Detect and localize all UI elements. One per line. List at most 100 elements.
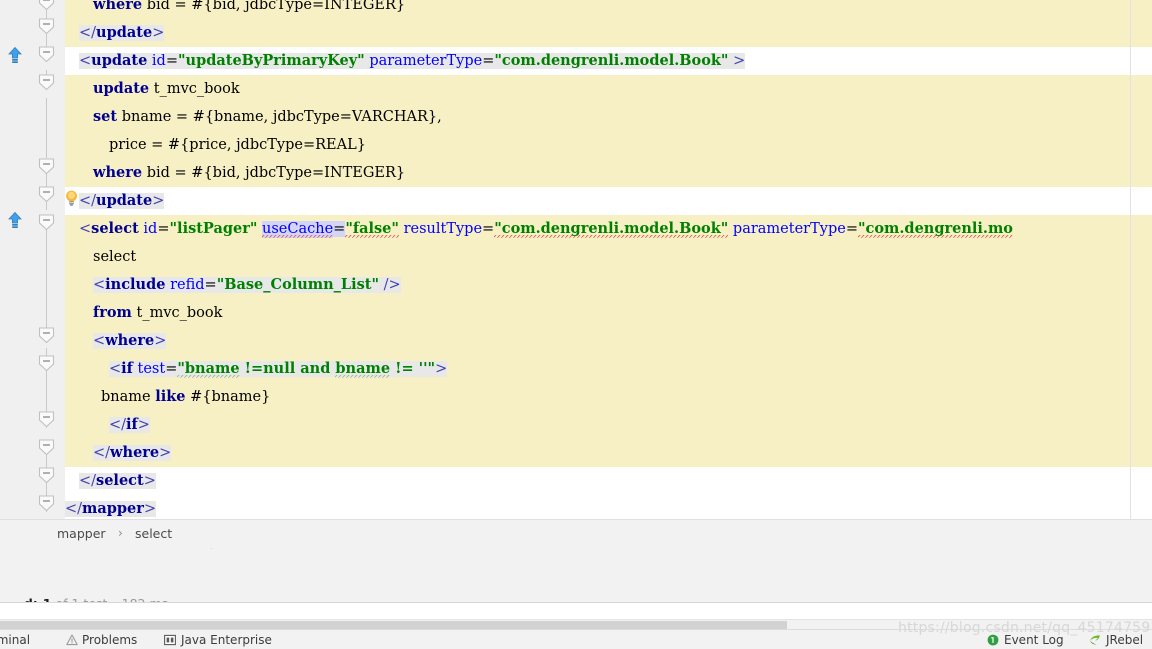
code-line[interactable]: from t_mvc_book	[65, 299, 1152, 327]
code-lines[interactable]: where bid = #{bid, jdbcType=INTEGER} </up…	[65, 0, 1152, 519]
line-content: <if test="bname !=null and bname != ''">	[65, 355, 448, 383]
line-highlight	[65, 411, 1152, 439]
code-token: />	[379, 277, 401, 293]
code-token: >	[143, 473, 156, 489]
breadcrumb[interactable]: mapper › select	[0, 519, 1152, 550]
code-line[interactable]: </if>	[65, 411, 1152, 439]
line-content: where bid = #{bid, jdbcType=INTEGER}	[65, 0, 405, 19]
code-line[interactable]: </update>	[65, 19, 1152, 47]
code-line[interactable]: update t_mvc_book	[65, 75, 1152, 103]
tokens: from t_mvc_book	[93, 304, 223, 321]
code-line[interactable]: select	[65, 243, 1152, 271]
code-line[interactable]: <include refid="Base_Column_List" />	[65, 271, 1152, 299]
fold-marker-collapse-icon[interactable]	[38, 0, 55, 11]
code-token: update	[96, 192, 153, 209]
line-content: <where>	[65, 327, 167, 355]
line-content: </if>	[65, 411, 150, 439]
tool-window-event-log[interactable]: Event Log	[1004, 633, 1064, 647]
code-token: "listPager"	[169, 220, 258, 237]
code-line[interactable]: price = #{price, jdbcType=REAL}	[65, 131, 1152, 159]
code-token: =	[333, 221, 346, 237]
code-token: =	[157, 221, 170, 237]
line-highlight	[65, 327, 1152, 355]
code-line[interactable]: <update id="updateByPrimaryKey" paramete…	[65, 47, 1152, 75]
line-content: from t_mvc_book	[65, 299, 222, 327]
code-token: bid = #{bid, jdbcType=INTEGER}	[142, 165, 406, 181]
fold-marker-collapse-icon[interactable]	[38, 467, 55, 484]
code-line[interactable]: set bname = #{bname, jdbcType=VARCHAR},	[65, 103, 1152, 131]
fold-marker-collapse-icon[interactable]	[38, 495, 55, 512]
code-line[interactable]: <select id="listPager" useCache="false" …	[65, 215, 1152, 243]
line-highlight	[65, 439, 1152, 467]
code-line[interactable]: <where>	[65, 327, 1152, 355]
tag-selection: </if>	[109, 416, 150, 433]
breadcrumb-item-mapper[interactable]: mapper	[57, 526, 106, 541]
code-token: update	[93, 80, 150, 97]
fold-marker-collapse-icon[interactable]	[38, 327, 55, 344]
line-content: where bid = #{bid, jdbcType=INTEGER}	[65, 159, 405, 187]
code-token: like	[155, 388, 186, 405]
fold-marker-collapse-icon[interactable]	[38, 158, 55, 175]
code-line[interactable]: where bid = #{bid, jdbcType=INTEGER}	[65, 0, 1152, 19]
code-token: include	[105, 276, 166, 293]
code-token: t_mvc_book	[131, 305, 223, 321]
code-token: test	[137, 361, 166, 377]
line-content: price = #{price, jdbcType=REAL}	[65, 131, 366, 159]
content-gap	[0, 603, 1152, 619]
code-token: where	[110, 444, 160, 461]
line-content: select	[65, 243, 136, 271]
code-line[interactable]: </mapper>	[65, 495, 1152, 519]
code-token: bname	[335, 360, 391, 378]
fold-marker-collapse-icon[interactable]	[38, 46, 55, 63]
override-arrow-up-icon[interactable]	[6, 46, 24, 64]
code-token: if	[121, 360, 133, 377]
code-token: where	[105, 332, 155, 349]
fold-marker-collapse-icon[interactable]	[38, 18, 55, 35]
fold-marker-collapse-icon[interactable]	[38, 439, 55, 456]
code-token: !=null and	[239, 360, 336, 377]
line-content: set bname = #{bname, jdbcType=VARCHAR},	[65, 103, 442, 131]
tag-selection: </update>	[79, 192, 165, 209]
code-token: id	[151, 53, 166, 69]
code-token: if	[126, 416, 138, 433]
fold-marker-collapse-icon[interactable]	[38, 214, 55, 231]
tool-window-bar[interactable]: rminal Problems Java Enterprise Event Lo…	[0, 629, 1152, 649]
tool-window-terminal[interactable]: rminal	[0, 633, 30, 647]
code-token: select	[91, 220, 139, 237]
intention-bulb-icon[interactable]	[64, 189, 79, 206]
horizontal-scrollbar-thumb[interactable]	[0, 621, 787, 629]
fold-marker-collapse-icon[interactable]	[38, 74, 55, 91]
tag-selection: </select>	[79, 472, 156, 489]
code-line[interactable]: <if test="bname !=null and bname != ''">	[65, 355, 1152, 383]
code-editor[interactable]: where bid = #{bid, jdbcType=INTEGER} </up…	[0, 0, 1152, 519]
right-margin-guide	[1130, 0, 1131, 519]
fold-marker-collapse-icon[interactable]	[38, 186, 55, 203]
line-content: <include refid="Base_Column_List" />	[65, 271, 401, 299]
fold-marker-collapse-icon[interactable]	[38, 411, 55, 428]
override-arrow-up-icon[interactable]	[6, 211, 24, 229]
code-line[interactable]: </select>	[65, 467, 1152, 495]
breadcrumb-item-select[interactable]: select	[135, 526, 172, 541]
code-token: </	[93, 445, 111, 461]
code-line[interactable]: </where>	[65, 439, 1152, 467]
tokens: where bid = #{bid, jdbcType=INTEGER}	[93, 0, 405, 13]
code-token: <	[93, 333, 106, 349]
code-token: </	[79, 25, 97, 41]
code-line[interactable]: bname like #{bname}	[65, 383, 1152, 411]
code-token: =	[165, 361, 178, 377]
tool-window-jrebel[interactable]: JRebel	[1106, 633, 1143, 647]
line-content: </update>	[65, 187, 165, 215]
java-ee-icon	[164, 634, 176, 646]
code-token: =	[845, 221, 858, 237]
code-token: </	[65, 501, 83, 517]
event-log-badge-icon	[987, 634, 999, 646]
tool-window-java-enterprise[interactable]: Java Enterprise	[181, 633, 272, 647]
editor-gutter[interactable]	[0, 0, 34, 519]
code-token: set	[93, 108, 118, 125]
code-token: <	[79, 221, 92, 237]
fold-marker-collapse-icon[interactable]	[38, 355, 55, 372]
code-line[interactable]: where bid = #{bid, jdbcType=INTEGER}	[65, 159, 1152, 187]
tool-window-problems[interactable]: Problems	[82, 633, 137, 647]
code-line[interactable]: </update>	[65, 187, 1152, 215]
tag-selection: </mapper>	[65, 500, 157, 517]
